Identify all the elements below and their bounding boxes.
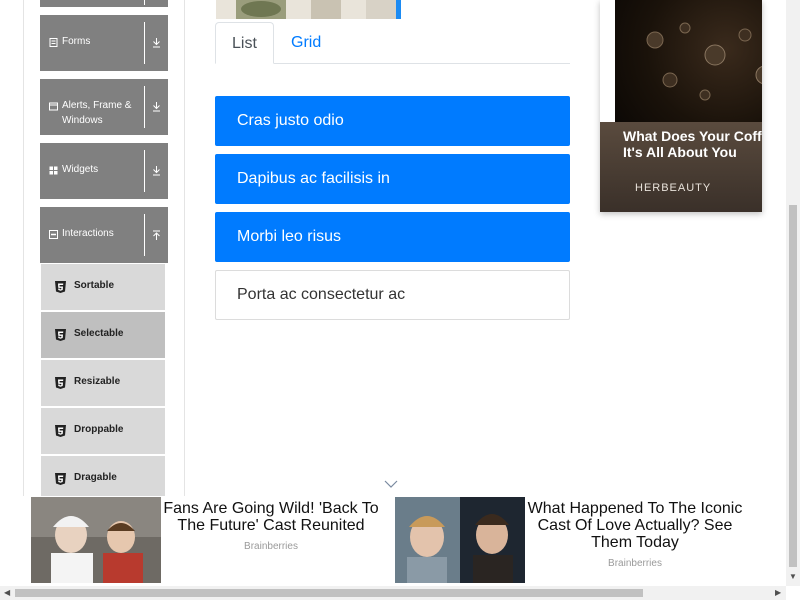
upload-toggle[interactable] bbox=[144, 214, 168, 256]
sidebar-group-partial[interactable] bbox=[40, 0, 168, 7]
ad-thumbnail-graphic bbox=[216, 0, 396, 19]
sidebar-toggle[interactable] bbox=[144, 0, 168, 5]
vertical-scroll-thumb[interactable] bbox=[789, 205, 797, 567]
page-left-border bbox=[23, 0, 24, 526]
ad-headline-line2: It's All About You bbox=[623, 144, 737, 160]
widgets-grid-icon bbox=[49, 166, 58, 175]
sidebar-item-label: Resizable bbox=[74, 376, 121, 387]
selectable-list-item[interactable]: Morbi leo risus bbox=[215, 212, 570, 262]
sidebar-group-label-line1: Alerts, Frame & bbox=[62, 100, 132, 111]
html5-icon bbox=[55, 425, 66, 437]
scroll-left-arrow-icon[interactable]: ◀ bbox=[4, 588, 10, 597]
horizontal-scroll-thumb[interactable] bbox=[15, 589, 643, 597]
promo-image bbox=[395, 497, 525, 583]
sidebar-item-sortable[interactable]: Sortable bbox=[41, 264, 165, 310]
sidebar-group-label: Interactions bbox=[62, 228, 114, 239]
scroll-right-arrow-icon[interactable]: ▶ bbox=[775, 588, 781, 597]
download-arrow-icon bbox=[153, 102, 160, 112]
selectable-list-item[interactable]: Dapibus ac facilisis in bbox=[215, 154, 570, 204]
promo-source: Brainberries bbox=[608, 558, 662, 569]
form-icon bbox=[49, 38, 58, 47]
download-toggle[interactable] bbox=[144, 86, 168, 128]
collapse-square-icon bbox=[49, 230, 58, 239]
bottom-ad-bar: Fans Are Going Wild! 'Back To The Future… bbox=[0, 496, 786, 586]
sidebar-group-interactions[interactable]: Interactions bbox=[40, 207, 168, 263]
upload-arrow-icon bbox=[153, 230, 160, 240]
sidebar-item-selectable[interactable]: Selectable bbox=[41, 312, 165, 358]
promo-image bbox=[31, 497, 161, 583]
html5-icon bbox=[55, 377, 66, 389]
sidebar-group-label: Widgets bbox=[62, 164, 99, 175]
promo-title: Fans Are Going Wild! 'Back To The Future… bbox=[163, 500, 379, 534]
tab-list[interactable]: List bbox=[215, 22, 274, 64]
html5-icon bbox=[55, 281, 66, 293]
sidebar-group-label-line2: Windows bbox=[62, 115, 103, 126]
sidebar-item-label: Sortable bbox=[74, 280, 115, 291]
tab-grid[interactable]: Grid bbox=[275, 22, 337, 63]
download-arrow-icon bbox=[153, 166, 160, 176]
tab-bar: List Grid bbox=[215, 22, 570, 64]
html5-icon bbox=[55, 329, 66, 341]
sidebar-item-resizable[interactable]: Resizable bbox=[41, 360, 165, 406]
sidebar-group-label: Forms bbox=[62, 36, 91, 47]
sidebar-item-droppable[interactable]: Droppable bbox=[41, 408, 165, 454]
sidebar-group-widgets[interactable]: Widgets bbox=[40, 143, 168, 199]
promo-title: What Happened To The Iconic Cast Of Love… bbox=[527, 500, 743, 551]
sidebar-group-forms[interactable]: Forms bbox=[40, 15, 168, 71]
scroll-down-arrow-icon[interactable]: ▼ bbox=[789, 572, 797, 581]
vertical-scrollbar[interactable]: ▼ bbox=[786, 0, 800, 586]
sidebar-item-label: Droppable bbox=[74, 424, 124, 435]
ad-thumbnail-image[interactable] bbox=[216, 0, 401, 19]
chevron-down-icon[interactable] bbox=[384, 480, 398, 488]
ad-headline: What Does Your Coffee O It's All About Y… bbox=[623, 128, 762, 160]
promo-card[interactable]: Fans Are Going Wild! 'Back To The Future… bbox=[31, 497, 391, 583]
ad-source: HERBEAUTY bbox=[635, 182, 712, 194]
promo-source: Brainberries bbox=[244, 541, 298, 552]
selectable-list-item[interactable]: Cras justo odio bbox=[215, 96, 570, 146]
selectable-list-item[interactable]: Porta ac consectetur ac bbox=[215, 270, 570, 320]
ad-card-right[interactable]: What Does Your Coffee O It's All About Y… bbox=[600, 0, 762, 212]
download-toggle[interactable] bbox=[144, 22, 168, 64]
horizontal-scrollbar[interactable]: ◀ ▶ bbox=[0, 586, 786, 600]
ad-headline-line1: What Does Your Coffee O bbox=[623, 128, 762, 144]
download-toggle[interactable] bbox=[144, 150, 168, 192]
sidebar-item-label: Selectable bbox=[74, 328, 124, 339]
sidebar-item-label: Dragable bbox=[74, 472, 117, 483]
download-arrow-icon bbox=[153, 38, 160, 48]
sidebar-group-alerts[interactable]: Alerts, Frame & Windows bbox=[40, 79, 168, 135]
promo-card[interactable]: What Happened To The Iconic Cast Of Love… bbox=[395, 497, 757, 583]
ad-coffee-image bbox=[615, 0, 762, 122]
sidebar-divider bbox=[184, 0, 185, 526]
html5-icon bbox=[55, 473, 66, 485]
window-icon bbox=[49, 102, 58, 111]
